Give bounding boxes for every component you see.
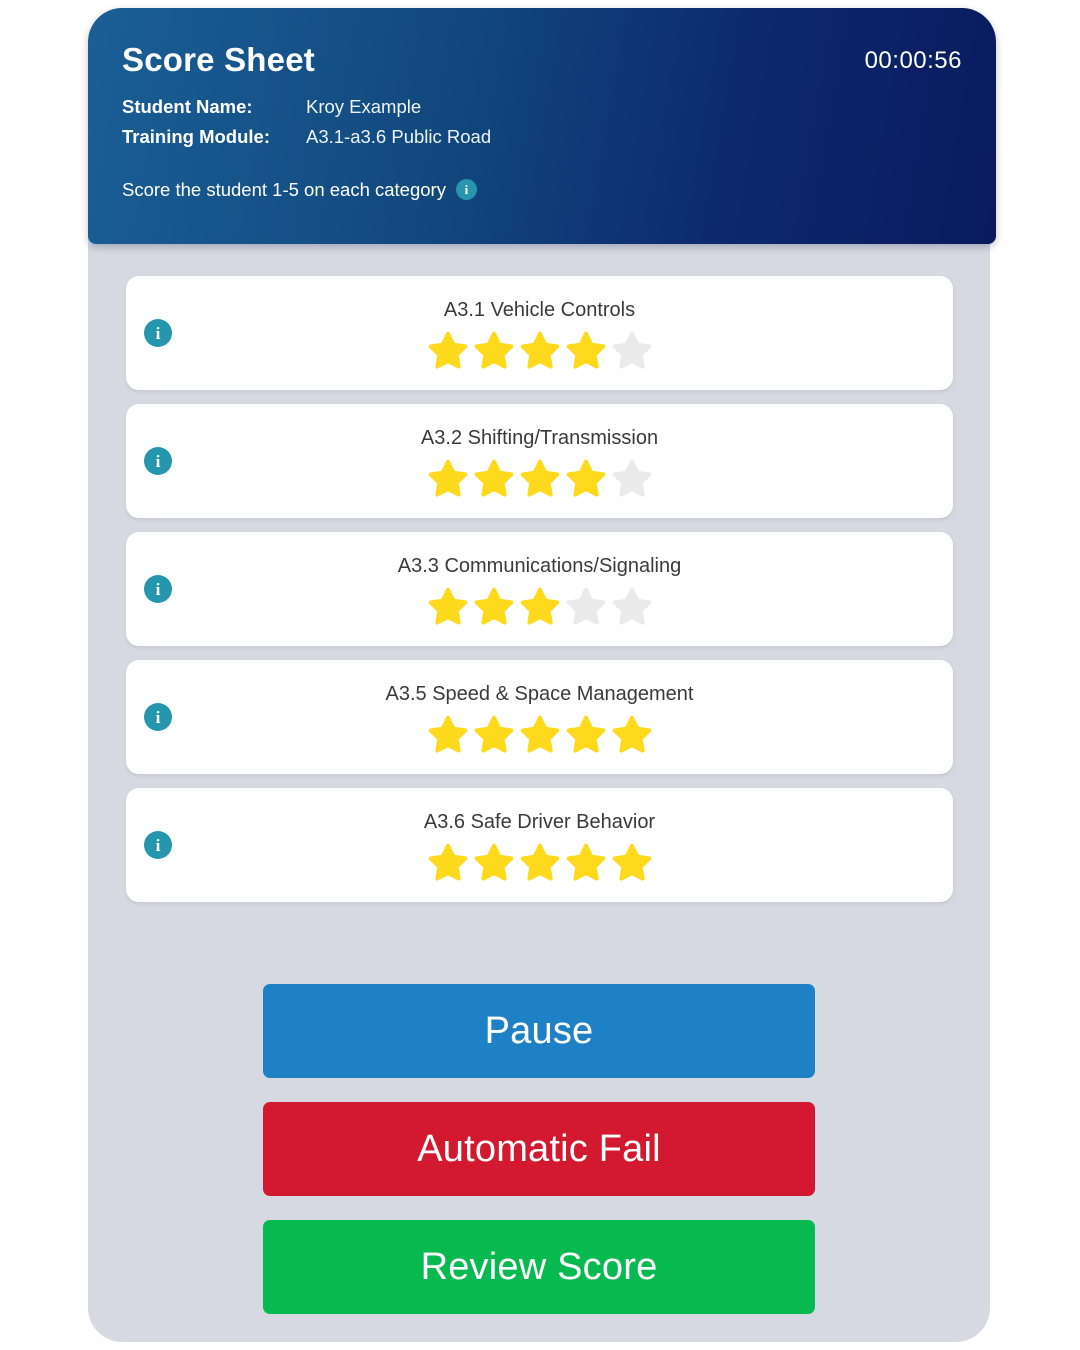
student-name-row: Student Name: Kroy Example [122, 94, 491, 123]
training-module-label: Training Module: [122, 125, 270, 147]
star-icon[interactable] [564, 328, 608, 372]
star-icon[interactable] [518, 328, 562, 372]
star-rating[interactable] [426, 584, 654, 628]
star-icon[interactable] [564, 456, 608, 500]
training-module-row: Training Module: A3.1-a3.6 Public Road [122, 124, 491, 153]
score-sheet-screen: Score Sheet 00:00:56 Student Name: Kroy … [0, 0, 1080, 1350]
star-rating[interactable] [426, 712, 654, 756]
rating-card-label: A3.2 Shifting/Transmission [420, 427, 659, 449]
sheet-header: Score Sheet 00:00:56 Student Name: Kroy … [88, 8, 996, 244]
star-icon[interactable] [426, 840, 470, 884]
rating-card-content: A3.1 Vehicle Controls [126, 276, 953, 390]
rating-card-label: A3.5 Speed & Space Management [385, 683, 694, 705]
rating-card: i A3.5 Speed & Space Management [126, 660, 953, 774]
star-icon[interactable] [472, 584, 516, 628]
star-icon[interactable] [564, 840, 608, 884]
page-title: Score Sheet [122, 41, 315, 78]
star-icon[interactable] [610, 584, 654, 628]
rating-card: i A3.3 Communications/Signaling [126, 532, 953, 646]
star-icon[interactable] [518, 712, 562, 756]
star-icon[interactable] [472, 456, 516, 500]
pause-button[interactable]: Pause [263, 984, 815, 1078]
star-icon[interactable] [610, 456, 654, 500]
star-icon[interactable] [518, 456, 562, 500]
info-icon[interactable]: i [455, 179, 477, 201]
student-meta: Student Name: Kroy Example Training Modu… [122, 94, 491, 153]
star-icon[interactable] [564, 712, 608, 756]
rating-card-label: A3.6 Safe Driver Behavior [423, 811, 656, 833]
star-icon[interactable] [610, 712, 654, 756]
star-icon[interactable] [472, 328, 516, 372]
action-button-group: Pause Automatic Fail Review Score [263, 984, 815, 1314]
rating-card-content: A3.3 Communications/Signaling [126, 532, 953, 646]
rating-card-label: A3.1 Vehicle Controls [443, 299, 636, 321]
rating-card-content: A3.2 Shifting/Transmission [126, 404, 953, 518]
star-icon[interactable] [426, 712, 470, 756]
session-timer: 00:00:56 [864, 47, 962, 74]
star-icon[interactable] [426, 456, 470, 500]
star-icon[interactable] [564, 584, 608, 628]
rating-card: i A3.2 Shifting/Transmission [126, 404, 953, 518]
star-rating[interactable] [426, 840, 654, 884]
student-name-label: Student Name: [122, 96, 253, 118]
star-icon[interactable] [610, 328, 654, 372]
rating-card: i A3.6 Safe Driver Behavior [126, 788, 953, 902]
star-icon[interactable] [426, 584, 470, 628]
student-name-value: Kroy Example [306, 96, 422, 118]
rating-card-label: A3.3 Communications/Signaling [397, 555, 682, 577]
rating-card-list: i A3.1 Vehicle Controls i A3.2 Shifting/Tra… [126, 276, 953, 916]
training-module-value: A3.1-a3.6 Public Road [306, 125, 492, 147]
star-rating[interactable] [426, 328, 654, 372]
rating-card-content: A3.6 Safe Driver Behavior [126, 788, 953, 902]
instruction-text: Score the student 1-5 on each category [122, 178, 446, 200]
star-icon[interactable] [472, 840, 516, 884]
rating-card: i A3.1 Vehicle Controls [126, 276, 953, 390]
star-icon[interactable] [426, 328, 470, 372]
star-icon[interactable] [610, 840, 654, 884]
star-rating[interactable] [426, 456, 654, 500]
instruction-row: Score the student 1-5 on each category i [122, 179, 962, 201]
star-icon[interactable] [518, 840, 562, 884]
automatic-fail-button[interactable]: Automatic Fail [263, 1102, 815, 1196]
star-icon[interactable] [472, 712, 516, 756]
rating-card-content: A3.5 Speed & Space Management [126, 660, 953, 774]
star-icon[interactable] [518, 584, 562, 628]
review-score-button[interactable]: Review Score [263, 1220, 815, 1314]
